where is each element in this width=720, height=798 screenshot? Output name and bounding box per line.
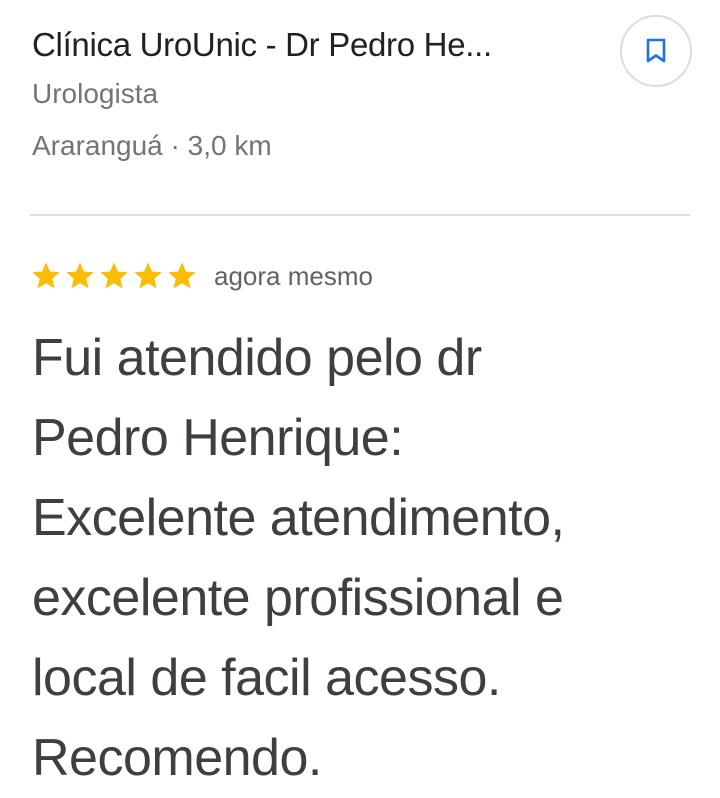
place-header: Clínica UroUnic - Dr Pedro He... Urologi… (32, 22, 612, 166)
place-name[interactable]: Clínica UroUnic - Dr Pedro He... (32, 22, 612, 68)
star-icon (168, 262, 196, 289)
star-rating (30, 260, 198, 292)
star-icon (66, 262, 94, 289)
save-button[interactable] (620, 15, 692, 87)
place-location: Araranguá · 3,0 km (32, 130, 272, 161)
star-icon (134, 262, 162, 289)
star-icon (100, 262, 128, 289)
review-meta: agora mesmo (30, 256, 373, 296)
star-icon (32, 262, 60, 289)
divider (30, 214, 690, 216)
bookmark-icon (646, 38, 666, 63)
place-category: Urologista (32, 78, 159, 109)
review-time: agora mesmo (214, 261, 373, 291)
review-text: Fui atendido pelo dr Pedro Henrique: Exc… (32, 329, 565, 787)
